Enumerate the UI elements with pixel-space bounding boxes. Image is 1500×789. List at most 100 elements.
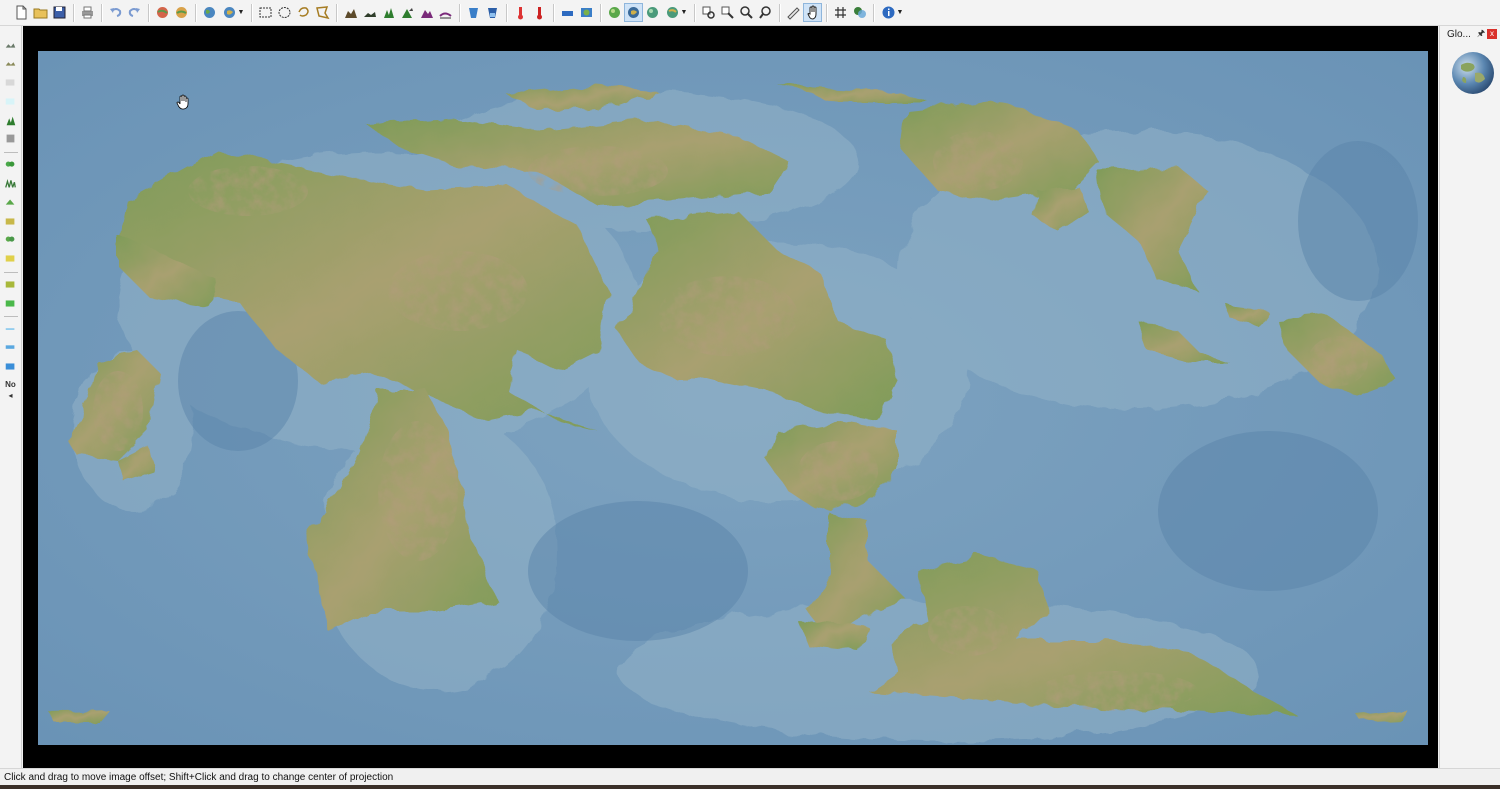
globe-options-icon — [666, 7, 678, 18]
water-bucket-icon — [469, 8, 478, 18]
new-file-button[interactable] — [12, 3, 31, 22]
toolbar-separator — [553, 3, 554, 22]
tundra-tool[interactable] — [4, 38, 18, 52]
jungle-tool[interactable] — [4, 158, 18, 172]
swamp-icon — [5, 300, 15, 307]
globe-rotate-button[interactable] — [643, 3, 662, 22]
ruler-button[interactable] — [784, 3, 803, 22]
projection-dropdown-button[interactable]: ▼ — [219, 3, 247, 22]
mountain-button[interactable] — [417, 3, 436, 22]
status-bar: Click and drag to move image offset; Shi… — [0, 768, 1500, 785]
savanna-tool[interactable] — [4, 177, 18, 191]
mountain-icon — [421, 10, 433, 18]
forest-icon — [384, 8, 394, 18]
sea-level-button[interactable] — [558, 3, 577, 22]
toolbar-separator — [73, 3, 74, 22]
ocean-icon — [5, 363, 15, 370]
world-map-image[interactable] — [38, 51, 1428, 745]
info-button[interactable]: ▼ — [878, 3, 906, 22]
lasso-select-icon — [298, 7, 309, 17]
no-terrain-tool[interactable]: No — [5, 379, 16, 391]
world-button[interactable] — [200, 3, 219, 22]
globe-active-button[interactable] — [624, 3, 643, 22]
map-viewport[interactable] — [23, 26, 1438, 768]
hand-pan-button[interactable] — [803, 3, 822, 22]
find-button[interactable] — [699, 3, 718, 22]
zoom-in-icon — [740, 6, 753, 19]
open-folder-button[interactable] — [31, 3, 50, 22]
desert-tool[interactable] — [4, 57, 18, 71]
forest-icon — [6, 116, 16, 125]
desert-icon — [5, 62, 16, 66]
deep-water-icon — [5, 345, 15, 350]
deep-water-tool[interactable] — [4, 341, 18, 355]
toolbar-separator — [873, 3, 874, 22]
zoom-out-button[interactable] — [756, 3, 775, 22]
forest-button[interactable] — [379, 3, 398, 22]
info-icon — [882, 6, 895, 19]
shallow-water-tool[interactable] — [4, 322, 18, 336]
sea-level-icon — [562, 11, 573, 16]
globe-green-button[interactable] — [605, 3, 624, 22]
print-button[interactable] — [78, 3, 97, 22]
ocean-tool[interactable] — [4, 360, 18, 374]
find-replace-button[interactable] — [718, 3, 737, 22]
grid-button[interactable] — [831, 3, 850, 22]
globe-panel: Glo... 🖈 x — [1439, 26, 1500, 768]
steppe-tool[interactable] — [4, 233, 18, 247]
marsh-tool[interactable] — [4, 278, 18, 292]
ellipse-select-button[interactable] — [275, 3, 294, 22]
toolbar-separator — [251, 3, 252, 22]
palette-scroll-arrow-icon[interactable]: ◂ — [8, 391, 12, 400]
scrub-icon — [5, 218, 15, 225]
redo-button[interactable] — [125, 3, 144, 22]
grass-tool[interactable] — [4, 132, 18, 146]
water-bucket-button[interactable] — [464, 3, 483, 22]
close-panel-button[interactable]: x — [1487, 29, 1497, 39]
snow-tool[interactable] — [4, 94, 18, 108]
scrub-tool[interactable] — [4, 214, 18, 228]
ice-tool[interactable] — [4, 76, 18, 90]
lasso-select-button[interactable] — [294, 3, 313, 22]
zoom-out-icon — [759, 6, 771, 19]
zoom-in-button[interactable] — [737, 3, 756, 22]
temperature-cold-button[interactable] — [530, 3, 549, 22]
peak-button[interactable] — [398, 3, 417, 22]
undo-button[interactable] — [106, 3, 125, 22]
save-button[interactable] — [50, 3, 69, 22]
terrain-palette: No ◂ — [0, 26, 22, 768]
polygon-select-button[interactable] — [313, 3, 332, 22]
globe-options-button[interactable]: ▼ — [662, 3, 690, 22]
temperature-cold-icon — [537, 7, 542, 20]
layer-button[interactable] — [577, 3, 596, 22]
toolbar-separator — [195, 3, 196, 22]
broadleaf-tool[interactable] — [4, 195, 18, 209]
water-fill-button[interactable] — [483, 3, 502, 22]
globe-green-icon — [609, 7, 620, 18]
projection-dropdown-icon — [223, 7, 235, 18]
raise-terrain-button[interactable] — [341, 3, 360, 22]
pin-icon[interactable]: 🖈 — [1475, 26, 1487, 42]
globe-preview-icon[interactable] — [1451, 51, 1495, 95]
lower-terrain-button[interactable] — [360, 3, 379, 22]
grid-icon — [835, 7, 846, 18]
globe-panel-title: Glo... — [1447, 28, 1471, 40]
rect-select-icon — [259, 7, 272, 18]
forest-tool[interactable] — [4, 113, 18, 127]
smooth-terrain-icon — [439, 12, 452, 19]
chevron-down-icon: ▼ — [896, 9, 904, 16]
globe-view-button[interactable] — [153, 3, 172, 22]
world-map-render — [38, 51, 1428, 745]
temperature-hot-button[interactable] — [511, 3, 530, 22]
marsh-icon — [5, 281, 15, 288]
smooth-terrain-button[interactable] — [436, 3, 455, 22]
globe-flat-button[interactable] — [172, 3, 191, 22]
palette-button[interactable] — [850, 3, 869, 22]
swamp-tool[interactable] — [4, 296, 18, 310]
toolbar-separator — [336, 3, 337, 22]
chevron-down-icon: ▼ — [237, 9, 245, 16]
rect-select-button[interactable] — [256, 3, 275, 22]
meadow-tool[interactable] — [4, 252, 18, 266]
chevron-down-icon: ▼ — [680, 9, 688, 16]
meadow-icon — [5, 255, 15, 262]
